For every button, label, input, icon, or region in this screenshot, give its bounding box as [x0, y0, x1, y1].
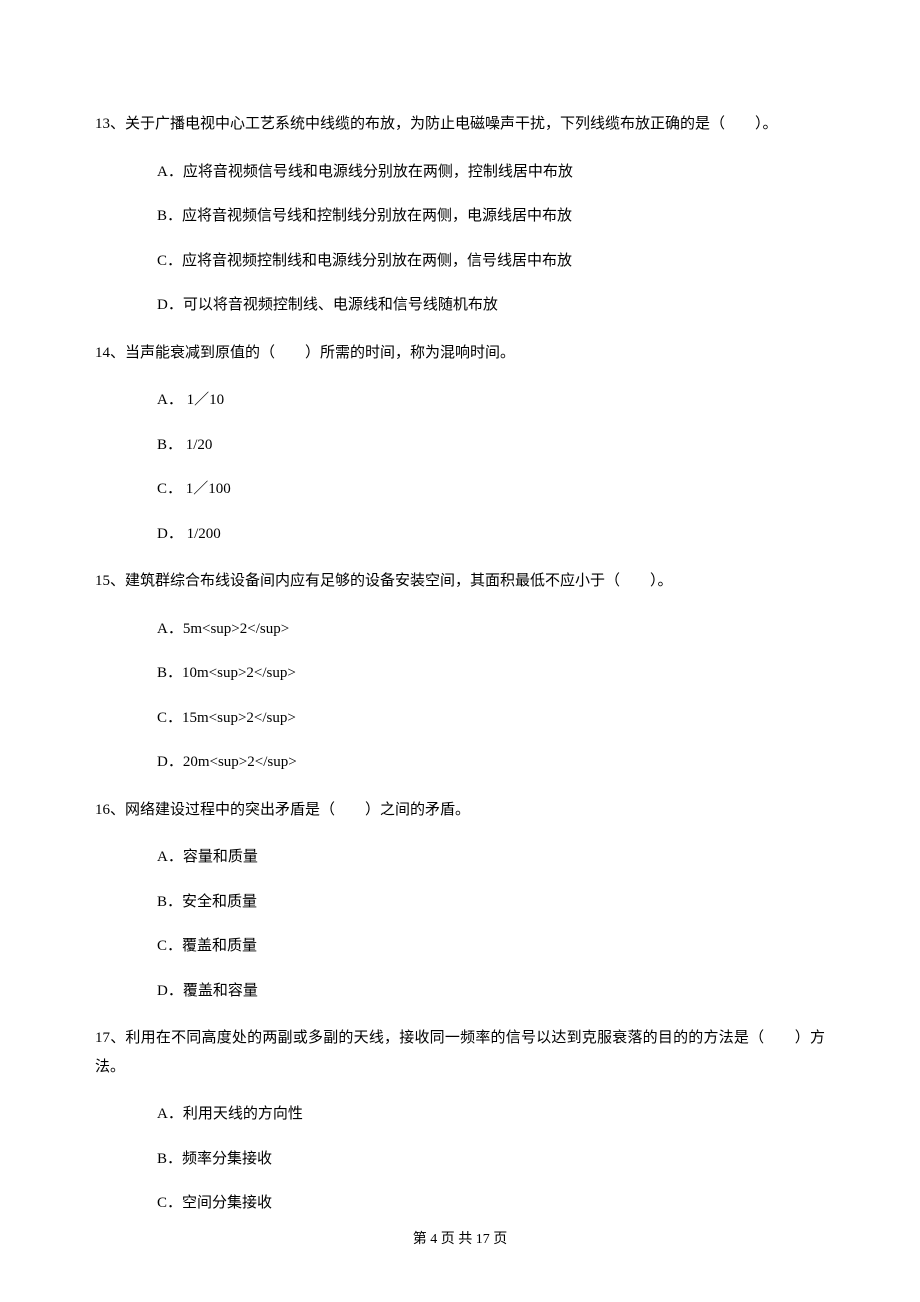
question-17: 17、利用在不同高度处的两副或多副的天线，接收同一频率的信号以达到克服衰落的目的… [95, 1024, 825, 1215]
question-text: 14、当声能衰减到原值的（ ）所需的时间，称为混响时间。 [95, 339, 825, 368]
option-d: D．20m<sup>2</sup> [95, 751, 825, 774]
question-text: 16、网络建设过程中的突出矛盾是（ ）之间的矛盾。 [95, 796, 825, 825]
option-a: A．容量和质量 [95, 846, 825, 869]
option-d: D．覆盖和容量 [95, 980, 825, 1003]
option-b: B．安全和质量 [95, 891, 825, 914]
option-c: C．应将音视频控制线和电源线分别放在两侧，信号线居中布放 [95, 250, 825, 273]
option-b: B．10m<sup>2</sup> [95, 662, 825, 685]
option-b: B．频率分集接收 [95, 1148, 825, 1171]
option-a: A．5m<sup>2</sup> [95, 618, 825, 641]
option-c: C． 1／100 [95, 478, 825, 501]
option-a: A．应将音视频信号线和电源线分别放在两侧，控制线居中布放 [95, 161, 825, 184]
option-b: B．应将音视频信号线和控制线分别放在两侧，电源线居中布放 [95, 205, 825, 228]
option-c: C．空间分集接收 [95, 1192, 825, 1215]
question-15: 15、建筑群综合布线设备间内应有足够的设备安装空间，其面积最低不应小于（ ）。 … [95, 567, 825, 774]
question-text: 13、关于广播电视中心工艺系统中线缆的布放，为防止电磁噪声干扰，下列线缆布放正确… [95, 110, 825, 139]
question-text: 15、建筑群综合布线设备间内应有足够的设备安装空间，其面积最低不应小于（ ）。 [95, 567, 825, 596]
document-content: 13、关于广播电视中心工艺系统中线缆的布放，为防止电磁噪声干扰，下列线缆布放正确… [95, 110, 825, 1215]
page-footer: 第 4 页 共 17 页 [0, 1229, 920, 1250]
option-b: B． 1/20 [95, 434, 825, 457]
question-13: 13、关于广播电视中心工艺系统中线缆的布放，为防止电磁噪声干扰，下列线缆布放正确… [95, 110, 825, 317]
question-14: 14、当声能衰减到原值的（ ）所需的时间，称为混响时间。 A． 1／10 B． … [95, 339, 825, 546]
option-c: C．覆盖和质量 [95, 935, 825, 958]
option-c: C．15m<sup>2</sup> [95, 707, 825, 730]
option-a: A． 1／10 [95, 389, 825, 412]
option-a: A．利用天线的方向性 [95, 1103, 825, 1126]
option-d: D．可以将音视频控制线、电源线和信号线随机布放 [95, 294, 825, 317]
question-text: 17、利用在不同高度处的两副或多副的天线，接收同一频率的信号以达到克服衰落的目的… [95, 1024, 825, 1081]
option-d: D． 1/200 [95, 523, 825, 546]
question-16: 16、网络建设过程中的突出矛盾是（ ）之间的矛盾。 A．容量和质量 B．安全和质… [95, 796, 825, 1003]
